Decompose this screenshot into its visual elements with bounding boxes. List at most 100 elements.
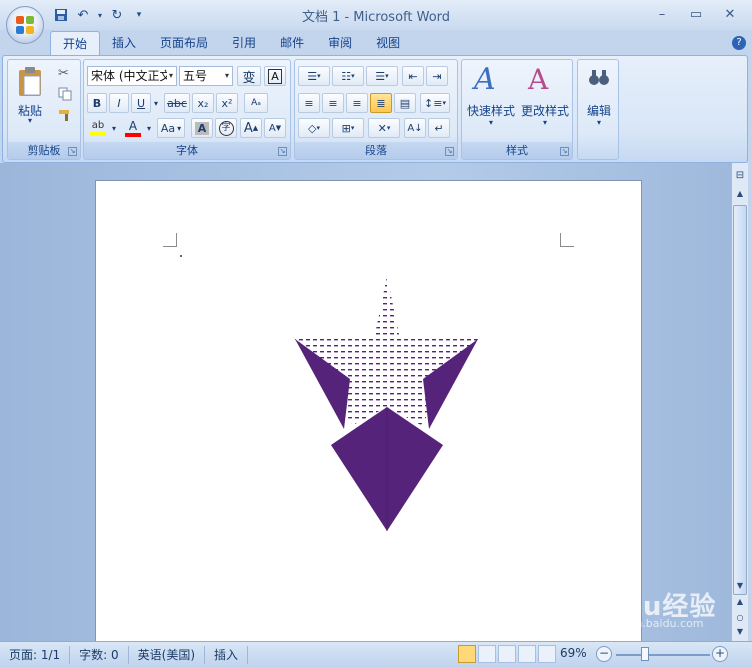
quick-styles-dropdown-icon[interactable]: ▾	[464, 118, 518, 127]
enclose-char-label: 字	[218, 120, 234, 136]
scroll-up-icon[interactable]: ▲	[733, 187, 747, 201]
sort-button[interactable]: A↓	[404, 118, 426, 138]
format-painter-icon[interactable]	[58, 108, 72, 122]
line-spacing-icon: ↕≡	[424, 96, 443, 110]
help-icon[interactable]: ?	[732, 36, 746, 50]
font-size-dropdown-icon[interactable]: ▾	[225, 67, 229, 85]
tab-page-layout[interactable]: 页面布局	[148, 31, 220, 55]
line-spacing-button[interactable]: ↕≡ ▾	[420, 93, 450, 113]
paragraph-launcher-icon[interactable]: ↘	[445, 147, 454, 156]
ruler-toggle-icon[interactable]: ⊟	[733, 169, 747, 183]
increase-indent-button[interactable]: ⇥	[426, 66, 448, 86]
paragraph-group: ☰ ▾ ☷ ▾ ☰ ▾ ⇤ ⇥ ≡ ≡ ≡ ≣ ▤ ↕≡ ▾ ◇ ▾ ⊞ ▾ ✕…	[294, 59, 458, 160]
highlight-button[interactable]: ab	[87, 118, 109, 138]
enclose-char-button[interactable]: 字	[215, 118, 237, 138]
phonetic-guide-button[interactable]: 变	[237, 66, 261, 86]
outline-view-icon[interactable]	[518, 645, 536, 663]
numbering-button[interactable]: ☷ ▾	[332, 66, 364, 86]
font-name-dropdown-icon[interactable]: ▾	[169, 67, 173, 85]
distributed-icon: ▤	[399, 96, 411, 110]
underline-button[interactable]: U	[131, 93, 151, 113]
align-right-button[interactable]: ≡	[346, 93, 368, 113]
editing-group: 编辑 ▾	[577, 59, 619, 160]
page-count[interactable]: 页面: 1/1	[0, 645, 71, 664]
paste-icon[interactable]	[16, 66, 46, 98]
tab-references[interactable]: 引用	[220, 31, 268, 55]
tab-home[interactable]: 开始	[50, 31, 101, 55]
full-screen-reading-icon[interactable]	[478, 645, 496, 663]
close-button[interactable]: ✕	[714, 4, 746, 24]
scroll-down-icon[interactable]: ▼	[733, 579, 747, 593]
borders-button[interactable]: ⊞ ▾	[332, 118, 364, 138]
grow-font-button[interactable]: A ▲	[240, 118, 262, 138]
highlight-dropdown-icon[interactable]: ▾	[109, 118, 119, 138]
binoculars-icon[interactable]	[588, 68, 610, 88]
ribbon: 粘贴 ▾ ✂ 剪贴板 ↘ 宋体 (中文正文)▾ 五号▾ 变 A B I U ▾ …	[2, 55, 748, 163]
zoom-level[interactable]: 69%	[560, 646, 587, 660]
quick-styles-icon[interactable]: A	[474, 64, 506, 96]
clipboard-launcher-icon[interactable]: ↘	[68, 147, 77, 156]
clear-format-button[interactable]: Aₐ	[244, 93, 268, 113]
decrease-indent-button[interactable]: ⇤	[402, 66, 424, 86]
font-color-dropdown-icon[interactable]: ▾	[144, 118, 154, 138]
superscript-button[interactable]: x²	[216, 93, 238, 113]
document-page[interactable]	[95, 180, 642, 645]
tab-review[interactable]: 审阅	[316, 31, 364, 55]
tab-view[interactable]: 视图	[364, 31, 412, 55]
distributed-button[interactable]: ▤	[394, 93, 416, 113]
zoom-slider-thumb[interactable]	[641, 647, 649, 661]
cut-icon[interactable]: ✂	[58, 66, 69, 81]
language-indicator[interactable]: 英语(美国)	[129, 645, 206, 664]
char-border-button[interactable]: A	[264, 66, 286, 86]
justify-button[interactable]: ≣	[370, 93, 392, 113]
insert-mode[interactable]: 插入	[205, 645, 249, 664]
tab-insert[interactable]: 插入	[100, 31, 148, 55]
styles-launcher-icon[interactable]: ↘	[560, 147, 569, 156]
office-button[interactable]	[6, 6, 44, 44]
change-styles-dropdown-icon[interactable]: ▾	[518, 118, 572, 127]
draft-view-icon[interactable]	[538, 645, 556, 663]
align-left-button[interactable]: ≡	[298, 93, 320, 113]
paste-dropdown-icon[interactable]: ▾	[12, 116, 48, 125]
font-name-select[interactable]: 宋体 (中文正文)▾	[87, 66, 177, 86]
zoom-in-icon[interactable]: +	[712, 646, 728, 662]
quick-styles-button[interactable]: 快速样式	[464, 102, 518, 119]
zoom-out-icon[interactable]: −	[596, 646, 612, 662]
next-page-icon[interactable]: ▼	[733, 625, 747, 639]
align-center-button[interactable]: ≡	[322, 93, 344, 113]
browse-object-icon[interactable]: ○	[733, 611, 747, 625]
chinese-layout-button[interactable]: ✕ ▾	[368, 118, 400, 138]
shading-button[interactable]: ◇ ▾	[298, 118, 330, 138]
scroll-thumb[interactable]	[733, 205, 747, 595]
maximize-button[interactable]: ▭	[680, 4, 712, 24]
vertical-scrollbar[interactable]: ⊟ ▲ ▼ ▲ ○ ▼	[731, 163, 748, 641]
zoom-slider[interactable]	[616, 654, 710, 656]
change-case-button[interactable]: Aa ▾	[157, 118, 185, 138]
star-shape[interactable]	[96, 181, 643, 646]
editing-button[interactable]: 编辑	[578, 102, 620, 119]
show-marks-button[interactable]: ↵	[428, 118, 450, 138]
font-launcher-icon[interactable]: ↘	[278, 147, 287, 156]
font-color-button[interactable]: A	[122, 118, 144, 138]
shrink-font-button[interactable]: A ▼	[264, 118, 286, 138]
underline-dropdown-icon[interactable]: ▾	[151, 93, 161, 113]
web-layout-icon[interactable]	[498, 645, 516, 663]
minimize-button[interactable]: –	[646, 4, 678, 24]
copy-icon[interactable]	[58, 87, 72, 101]
multilevel-list-button[interactable]: ☰ ▾	[366, 66, 398, 86]
italic-button[interactable]: I	[109, 93, 129, 113]
previous-page-icon[interactable]: ▲	[733, 595, 747, 609]
word-count[interactable]: 字数: 0	[70, 645, 129, 664]
editing-dropdown-icon[interactable]: ▾	[578, 118, 620, 127]
chinese-layout-dropdown-icon: ▾	[386, 124, 391, 132]
change-styles-icon[interactable]: A	[528, 64, 560, 96]
bold-button[interactable]: B	[87, 93, 107, 113]
font-size-select[interactable]: 五号 ▾	[179, 66, 233, 86]
change-styles-button[interactable]: 更改样式	[518, 102, 572, 119]
print-layout-icon[interactable]	[458, 645, 476, 663]
char-shading-button[interactable]: A	[191, 118, 213, 138]
tab-mailings[interactable]: 邮件	[268, 31, 316, 55]
subscript-button[interactable]: x₂	[192, 93, 214, 113]
bullets-button[interactable]: ☰ ▾	[298, 66, 330, 86]
strikethrough-button[interactable]: abc	[164, 93, 190, 113]
